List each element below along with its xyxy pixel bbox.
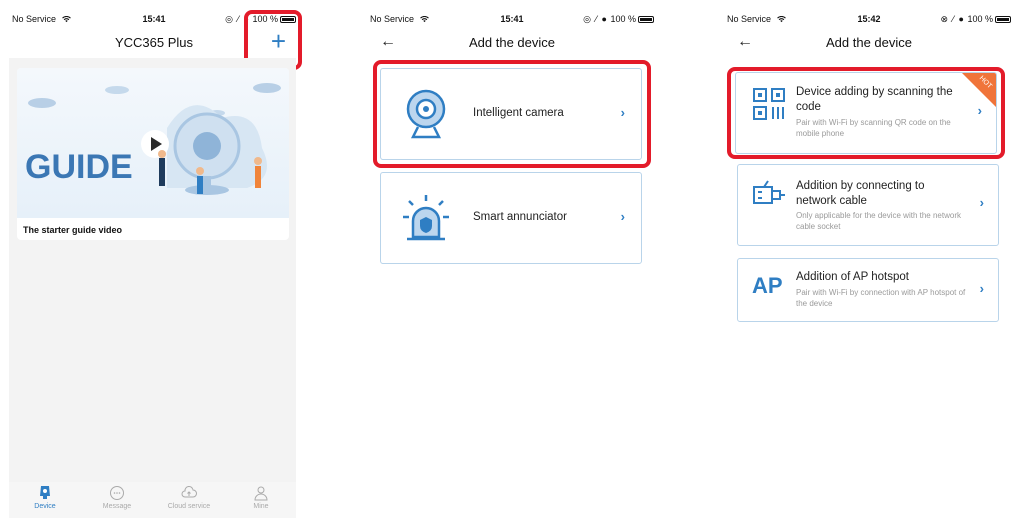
bottom-tab-bar: Device Message Cloud service Mine [9, 482, 296, 518]
user-icon [254, 486, 268, 501]
message-icon [110, 486, 124, 500]
chevron-right-icon: › [620, 209, 625, 224]
option-label: Smart annunciator [473, 211, 567, 223]
guide-video-thumbnail[interactable]: GUIDE [17, 68, 289, 218]
tab-device[interactable]: Device [9, 482, 81, 510]
device-icon [40, 486, 50, 499]
screen-device-list: No Service 15:41 ◎ ⁄ ● 100 % YCC365 Plus… [4, 0, 304, 528]
chevron-right-icon: › [979, 281, 984, 296]
chevron-right-icon: › [979, 195, 984, 210]
tab-message-label: Message [102, 503, 132, 510]
status-icons: ◎ ⁄ ● [583, 14, 608, 24]
option-ap-hotspot[interactable]: AP Addition of AP hotspot Pair with Wi-F… [737, 258, 999, 322]
tab-message[interactable]: Message [81, 482, 153, 510]
highlight-box-intelligent-camera [373, 60, 651, 168]
status-bar: No Service 15:41 ◎ ⁄ ● 100 % [362, 12, 662, 26]
page-title: Add the device [825, 35, 912, 50]
status-indicators: ◎ ⁄ ● 100 % [583, 14, 654, 25]
screen-add-method: No Service 15:42 ⊗ ⁄ ● 100 % ← Add the d… [719, 0, 1019, 528]
alarm-icon [403, 195, 449, 241]
ethernet-icon [753, 180, 785, 204]
option-description: Only applicable for the device with the … [796, 211, 961, 231]
ap-icon: AP [752, 273, 783, 298]
tab-mine-label: Mine [253, 503, 269, 510]
battery-icon [638, 16, 654, 24]
tab-device-label: Device [34, 503, 56, 510]
status-icons: ⊗ ⁄ ● [940, 14, 965, 24]
guide-caption: The starter guide video [23, 225, 123, 235]
option-smart-annunciator[interactable]: Smart annunciator › [380, 172, 642, 264]
screen-add-device-type: No Service 15:41 ◎ ⁄ ● 100 % ← Add the d… [362, 0, 662, 528]
device-list-area: GUIDE The starter guide video [9, 58, 296, 518]
option-label: Addition of AP hotspot [796, 271, 909, 283]
status-indicators: ⊗ ⁄ ● 100 % [940, 14, 1011, 25]
starter-guide-card[interactable]: GUIDE The starter guide video [17, 68, 289, 240]
tab-mine[interactable]: Mine [225, 482, 297, 510]
guide-illustration: GUIDE [25, 83, 281, 195]
status-bar: No Service 15:42 ⊗ ⁄ ● 100 % [719, 12, 1019, 26]
option-label: Addition by connecting to network cable [796, 180, 925, 207]
cloud-icon [181, 486, 197, 498]
tab-cloud-service[interactable]: Cloud service [153, 482, 225, 510]
nav-bar: ← Add the device [719, 30, 1019, 54]
guide-banner-text: GUIDE [25, 148, 133, 186]
nav-bar: ← Add the device [362, 30, 662, 54]
option-network-cable[interactable]: Addition by connecting to network cable … [737, 164, 999, 246]
highlight-box-scan-code [727, 67, 1005, 159]
tab-cloud-label: Cloud service [167, 503, 211, 510]
option-description: Pair with Wi-Fi by connection with AP ho… [796, 288, 966, 308]
battery-icon [995, 16, 1011, 24]
page-title: Add the device [468, 35, 555, 50]
